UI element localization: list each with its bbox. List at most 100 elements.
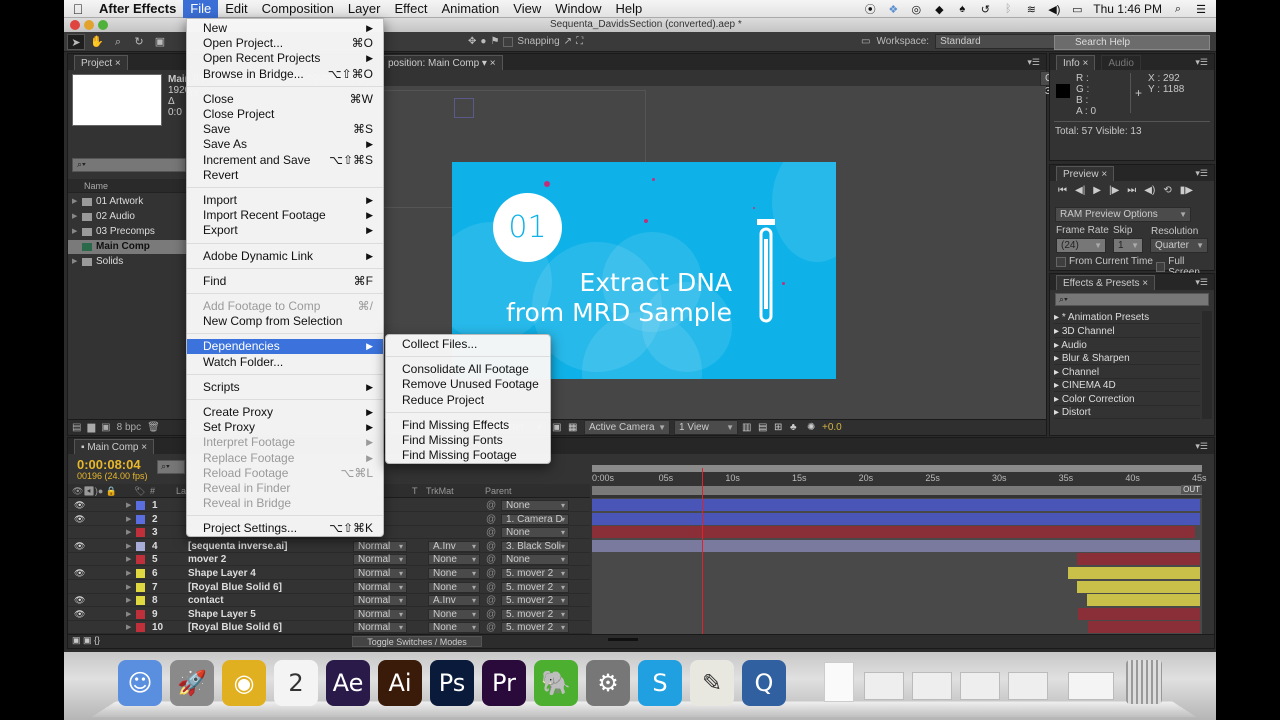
parent-pickwhip-icon[interactable]: @ (486, 499, 496, 512)
expand-layer-icon[interactable]: ▶ (126, 553, 131, 566)
current-time-indicator[interactable] (702, 468, 704, 634)
layer-name[interactable]: [Royal Blue Solid 6] (188, 581, 282, 594)
parent-pickwhip-icon[interactable]: @ (486, 594, 496, 607)
spotlight-icon[interactable]: ⌕ (1171, 2, 1185, 16)
panel-menu-icon[interactable]: ▾☰ (1195, 168, 1208, 179)
creative-cloud-icon[interactable]: ◎ (909, 2, 923, 16)
dock-window-thumb[interactable] (1068, 672, 1114, 700)
project-search-input[interactable]: ⌕▾ (72, 158, 186, 172)
expand-layer-icon[interactable]: ▶ (126, 621, 131, 634)
effects-category[interactable]: ▸ Distort (1054, 406, 1200, 419)
layer-name[interactable]: [Royal Blue Solid 6] (188, 621, 282, 634)
blend-mode-dropdown[interactable]: Normal (353, 554, 407, 566)
dock-window-thumb[interactable] (1008, 672, 1048, 700)
exposure-icon[interactable]: ✺ (807, 422, 815, 433)
menu-item-open-recent-projects[interactable]: Open Recent Projects ▶ (187, 51, 383, 66)
zoom-tool-icon[interactable]: ⌕ (109, 34, 127, 50)
menu-item-watch-folder[interactable]: Watch Folder... (187, 355, 383, 370)
dock-calendar-icon[interactable]: 2 (274, 660, 318, 706)
layer-name[interactable]: contact (188, 594, 224, 607)
parent-dropdown[interactable]: 5. mover 2 (501, 568, 569, 579)
parent-pickwhip-icon[interactable]: @ (486, 567, 496, 580)
time-machine-icon[interactable]: ↺ (978, 2, 992, 16)
dock-launchpad-icon[interactable]: 🚀 (170, 660, 214, 706)
dock-after-effects-icon[interactable]: Ae (326, 660, 370, 706)
menu-item-scripts[interactable]: Scripts ▶ (187, 380, 383, 395)
label-color-swatch[interactable] (136, 596, 145, 606)
menu-animation[interactable]: Animation (434, 0, 506, 18)
track-matte-dropdown[interactable]: None (428, 568, 480, 579)
expand-layer-icon[interactable]: ▶ (126, 513, 131, 526)
expand-layer-icon[interactable]: ▶ (126, 608, 131, 621)
layer-name[interactable]: [sequenta inverse.ai] (188, 540, 287, 553)
visibility-eye-icon[interactable]: 👁 (74, 540, 85, 553)
axis-icon[interactable]: ✥ (468, 36, 476, 47)
layer-duration-bar[interactable] (1078, 607, 1200, 620)
panel-menu-icon[interactable]: ▾☰ (1195, 277, 1208, 288)
menu-item-adobe-dynamic-link[interactable]: Adobe Dynamic Link ▶ (187, 249, 383, 264)
app-menu[interactable]: After Effects (92, 0, 183, 18)
effects-category[interactable]: ▸ CINEMA 4D (1054, 379, 1200, 392)
ram-preview-options-dropdown[interactable]: RAM Preview Options ▼ (1055, 207, 1191, 222)
label-color-swatch[interactable] (136, 609, 145, 619)
tab-project[interactable]: Project × (74, 55, 128, 70)
timeline-icon[interactable]: ▤ (758, 422, 767, 433)
track-matte-dropdown[interactable]: None (428, 608, 480, 620)
wifi-icon[interactable]: ≋ (1024, 2, 1038, 16)
new-folder-icon[interactable]: ▆ (87, 422, 95, 433)
layer-duration-bar[interactable] (592, 539, 1200, 552)
layer-duration-bar[interactable] (1067, 567, 1200, 579)
flowchart-icon[interactable]: ♣ (790, 422, 797, 433)
search-help-input[interactable]: Search Help (1054, 35, 1210, 50)
record-icon[interactable]: ⦿ (863, 2, 877, 16)
track-matte-dropdown[interactable]: A.Inv (428, 540, 480, 552)
play-icon[interactable]: ▶ (1093, 185, 1101, 196)
menu-item-increment-and-save[interactable]: Increment and Save ⌥⇧⌘S (187, 153, 383, 168)
dock-textedit-icon[interactable]: ✎ (690, 660, 734, 706)
snap-frame-icon[interactable]: ⛶ (576, 36, 583, 47)
tab-audio[interactable]: Audio (1101, 55, 1141, 70)
panel-menu-icon[interactable]: ▾☰ (1195, 441, 1208, 452)
menu-item-new[interactable]: New ▶ (187, 21, 383, 36)
menu-item-consolidate-all-footage[interactable]: Consolidate All Footage (386, 362, 550, 377)
menu-item-remove-unused-footage[interactable]: Remove Unused Footage (386, 377, 550, 392)
visibility-eye-icon[interactable]: 👁 (74, 594, 85, 607)
menu-item-create-proxy[interactable]: Create Proxy ▶ (187, 405, 383, 420)
rotate-tool-icon[interactable]: ↻ (130, 34, 148, 50)
menu-item-revert[interactable]: Revert (187, 168, 383, 183)
label-color-swatch[interactable] (136, 528, 145, 538)
menu-item-import-recent-footage[interactable]: Import Recent Footage ▶ (187, 208, 383, 223)
label-color-swatch[interactable] (136, 623, 145, 633)
track-matte-dropdown[interactable]: None (428, 581, 480, 593)
menu-item-open-project[interactable]: Open Project... ⌘O (187, 36, 383, 51)
layer-row[interactable]: ▶ 10 [Royal Blue Solid 6] Normal None @5. mov… (68, 621, 590, 635)
track-matte-dropdown[interactable]: None (428, 554, 480, 566)
parent-dropdown[interactable]: 1. Camera D (501, 513, 569, 525)
fast-previews-icon[interactable]: ▥ (742, 422, 751, 433)
blend-mode-dropdown[interactable]: Normal (353, 540, 407, 552)
effects-scrollbar[interactable] (1202, 311, 1212, 419)
expand-layer-icon[interactable]: ▶ (126, 581, 131, 594)
timeline-options-icons[interactable]: ▣ ▣ {} (72, 635, 100, 646)
track-matte-dropdown[interactable]: None (428, 622, 480, 634)
comp-flowchart-icon[interactable]: ⊞ (774, 422, 782, 433)
region-of-interest-icon[interactable]: ▣ (552, 422, 561, 433)
menu-item-export[interactable]: Export ▶ (187, 223, 383, 238)
layer-duration-bar[interactable] (592, 526, 1195, 539)
layer-name[interactable]: Shape Layer 4 (188, 567, 256, 580)
menu-item-browse-in-bridge[interactable]: Browse in Bridge... ⌥⇧⌘O (187, 67, 383, 82)
effects-category[interactable]: ▸ 3D Channel (1054, 325, 1200, 338)
flag-icon[interactable]: ⚑ (490, 36, 499, 47)
layer-row[interactable]: 👁 ▶ 8 contact Normal A.Inv @5. mover 2 (68, 594, 590, 608)
from-current-time-checkbox[interactable] (1056, 256, 1066, 267)
expand-layer-icon[interactable]: ▶ (126, 499, 131, 512)
skip-dropdown[interactable]: 1 ▼ (1113, 238, 1143, 253)
panel-menu-icon[interactable]: ▾☰ (1027, 57, 1040, 68)
dock-document[interactable] (824, 662, 854, 702)
trash-icon[interactable] (1126, 660, 1162, 704)
parent-dropdown[interactable]: None (501, 554, 569, 566)
label-color-swatch[interactable] (136, 514, 145, 524)
menu-item-set-proxy[interactable]: Set Proxy ▶ (187, 420, 383, 435)
label-color-swatch[interactable] (136, 569, 145, 578)
loop-icon[interactable]: ⟲ (1163, 185, 1171, 196)
